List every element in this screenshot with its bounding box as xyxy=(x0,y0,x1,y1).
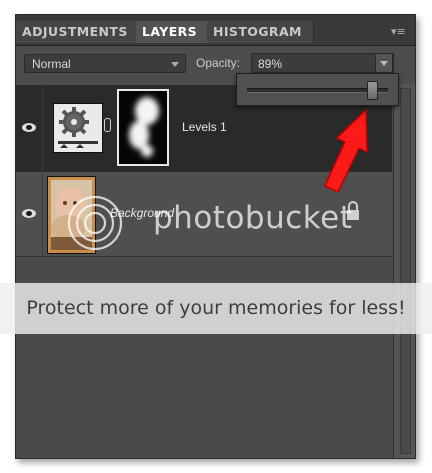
panel-menu-icon[interactable]: ▾≡ xyxy=(391,25,407,38)
layers-scrollbar[interactable] xyxy=(393,84,415,458)
layer-name[interactable]: Levels 1 xyxy=(182,120,227,134)
watermark-text: photobucket xyxy=(153,200,353,236)
opacity-dropdown-button[interactable] xyxy=(375,53,393,73)
opacity-label: Opacity: xyxy=(196,56,241,70)
opacity-slider-popup xyxy=(236,73,399,106)
tab-layers[interactable]: LAYERS xyxy=(136,21,211,43)
layer-mask-thumbnail[interactable] xyxy=(117,89,169,166)
panel-tab-bar: ADJUSTMENTS LAYERS HISTOGRAM ▾≡ xyxy=(16,15,415,46)
opacity-slider-thumb[interactable] xyxy=(367,81,379,100)
photobucket-banner[interactable]: Protect more of your memories for less! xyxy=(0,283,432,334)
chevron-down-icon xyxy=(380,61,388,66)
eye-icon xyxy=(22,123,36,132)
photobucket-watermark: photobucket xyxy=(0,186,432,256)
adjustment-layer-icon xyxy=(53,103,103,153)
visibility-toggle[interactable] xyxy=(16,85,43,171)
blend-mode-value: Normal xyxy=(32,57,71,71)
scrollbar-track[interactable] xyxy=(400,88,411,454)
opacity-input[interactable]: 89% xyxy=(251,53,394,73)
blend-mode-select[interactable]: Normal xyxy=(24,54,186,73)
mask-link-icon[interactable] xyxy=(104,118,111,132)
tab-histogram[interactable]: HISTOGRAM xyxy=(207,21,314,43)
tab-adjustments[interactable]: ADJUSTMENTS xyxy=(16,21,140,43)
chevron-down-icon xyxy=(171,62,179,67)
